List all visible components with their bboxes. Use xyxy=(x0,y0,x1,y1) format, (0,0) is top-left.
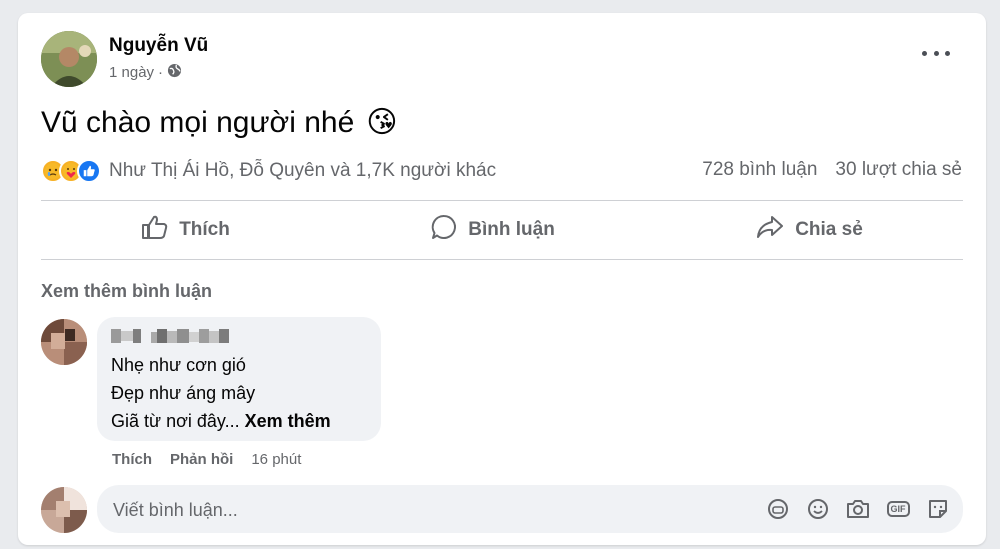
engagement-counts: 728 bình luận 30 lượt chia sẻ xyxy=(702,159,962,181)
action-bar: Thích Bình luận Chia sẻ xyxy=(41,201,963,259)
current-user-avatar[interactable] xyxy=(41,487,87,533)
comment-label: Bình luận xyxy=(468,219,555,240)
comment-line-3-text: Giã từ nơi đây... xyxy=(111,411,240,431)
comment-like-link[interactable]: Thích xyxy=(112,451,152,468)
comment-input[interactable] xyxy=(111,493,745,527)
divider-bottom xyxy=(41,259,963,260)
comment-bubble: Nhẹ như cơn gió Đẹp như áng mây Giã từ n… xyxy=(97,317,381,441)
view-more-comments-link[interactable]: Xem thêm bình luận xyxy=(41,281,212,302)
see-more-link[interactable]: Xem thêm xyxy=(245,411,331,431)
reactions-summary[interactable]: Như Thị Ái Hồ, Đỗ Quyên và 1,7K người kh… xyxy=(41,159,496,183)
gif-icon[interactable]: GIF xyxy=(885,497,911,521)
comment-line-1: Nhẹ như cơn gió xyxy=(111,355,246,375)
more-options-button[interactable] xyxy=(922,43,950,63)
comment-actions: Thích Phản hồi 16 phút xyxy=(112,451,301,468)
share-label: Chia sẻ xyxy=(795,219,863,240)
post-text: Vũ chào mọi người nhé xyxy=(41,105,355,139)
composer-tools: GIF xyxy=(765,497,951,521)
share-arrow-icon xyxy=(755,214,785,246)
comment-line-2: Đẹp như áng mây xyxy=(111,383,256,403)
thumbs-up-icon xyxy=(141,214,169,246)
post-time[interactable]: 1 ngày xyxy=(109,64,154,81)
comment-bubble-icon xyxy=(430,213,458,247)
reaction-names[interactable]: Như Thị Ái Hồ, Đỗ Quyên và 1,7K người kh… xyxy=(109,160,496,182)
meta-separator: · xyxy=(158,64,164,81)
post-meta: 1 ngày · xyxy=(109,63,182,82)
avatar-sticker-icon[interactable] xyxy=(765,497,791,521)
camera-icon[interactable] xyxy=(845,497,871,521)
comment-button[interactable]: Bình luận xyxy=(430,213,555,247)
comment-line-3: Giã từ nơi đây... Xem thêm xyxy=(111,411,331,432)
share-button[interactable]: Chia sẻ xyxy=(755,214,863,246)
reaction-icons xyxy=(41,159,101,183)
like-label: Thích xyxy=(179,219,230,240)
shares-count[interactable]: 30 lượt chia sẻ xyxy=(835,159,962,181)
post-card: Nguyễn Vũ 1 ngày · Vũ chào mọi người nhé… xyxy=(18,13,986,545)
sticker-icon[interactable] xyxy=(925,497,951,521)
like-react-icon xyxy=(77,159,101,183)
comment-time[interactable]: 16 phút xyxy=(251,451,301,468)
kiss-emoji: 😘 xyxy=(366,106,398,139)
commenter-name-redacted[interactable] xyxy=(111,327,247,345)
author-avatar[interactable] xyxy=(41,31,97,87)
emoji-icon[interactable] xyxy=(805,497,831,521)
globe-icon xyxy=(167,63,182,82)
like-button[interactable]: Thích xyxy=(141,214,230,246)
commenter-avatar[interactable] xyxy=(41,319,87,365)
post-content: Vũ chào mọi người nhé 😘 xyxy=(41,105,398,140)
comment-reply-link[interactable]: Phản hồi xyxy=(170,451,233,468)
author-name[interactable]: Nguyễn Vũ xyxy=(109,35,208,57)
comment-composer: GIF xyxy=(97,485,963,533)
comments-count[interactable]: 728 bình luận xyxy=(702,159,817,181)
